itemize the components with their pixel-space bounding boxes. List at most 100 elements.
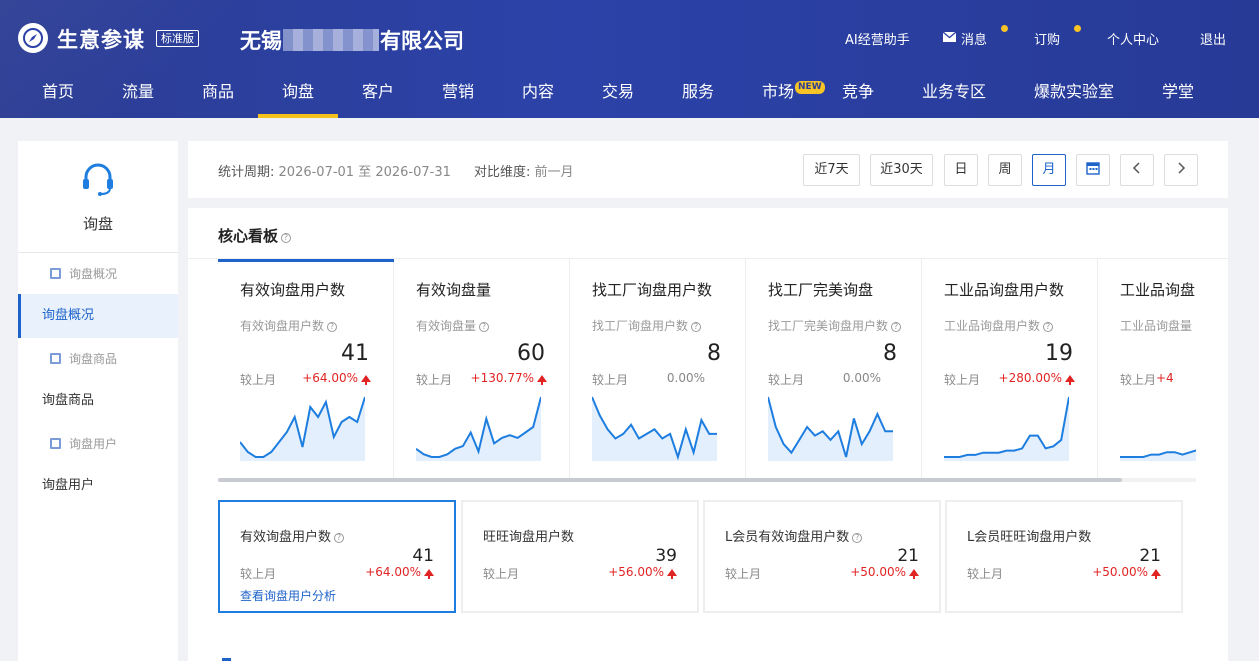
nav-hot-lab[interactable]: 爆款实验室 xyxy=(1034,66,1114,118)
metric-card[interactable]: 有效询盘用户数 有效询盘用户数? 41 较上月 +64.00% xyxy=(218,259,394,479)
card-title: 工业品询盘 xyxy=(1120,281,1196,299)
help-icon[interactable]: ? xyxy=(891,322,902,332)
sidebar-subitem-users[interactable]: 询盘用户 xyxy=(18,422,178,466)
nav-inquiry[interactable]: 询盘 xyxy=(282,66,314,118)
chevron-left-icon xyxy=(1132,162,1142,177)
metric-card[interactable]: 找工厂询盘用户数 找工厂询盘用户数? 8 较上月 0.00% xyxy=(570,259,746,479)
card-title: 工业品询盘用户数 xyxy=(944,281,1065,299)
sidebar-item-users[interactable]: 询盘用户 xyxy=(18,464,178,508)
sub-card-change-value: +50.00% xyxy=(850,565,906,579)
card-change: +130.77% xyxy=(471,371,547,385)
help-icon[interactable]: ? xyxy=(281,233,292,243)
card-value: 60 xyxy=(517,341,545,366)
core-dashboard-panel: 核心看板? 有效询盘用户数 有效询盘用户数? 41 较上月 +64.00% 有效… xyxy=(188,208,1228,661)
sub-card-value: 21 xyxy=(897,546,919,566)
nav-active-indicator xyxy=(258,114,338,118)
company-suffix: 有限公司 xyxy=(380,29,464,53)
sidebar-item-overview[interactable]: 询盘概况 xyxy=(18,294,178,338)
arrow-up-icon xyxy=(1065,375,1075,385)
help-icon[interactable]: ? xyxy=(479,322,490,332)
sub-card-value: 41 xyxy=(412,546,434,566)
nav-market-label: 市场 xyxy=(762,82,795,101)
subscribe-notification-dot xyxy=(1074,25,1081,32)
nav-service[interactable]: 服务 xyxy=(682,66,714,118)
card-change: +4 xyxy=(1156,371,1174,385)
day-button[interactable]: 日 xyxy=(944,154,978,186)
card-change: 0.00% xyxy=(842,371,881,385)
nav-market[interactable]: 市场 NEW xyxy=(762,66,825,118)
nav-products[interactable]: 商品 xyxy=(202,66,234,118)
card-subtitle-text: 有效询盘量 xyxy=(416,319,477,333)
app-name[interactable]: 生意参谋 xyxy=(57,24,145,54)
card-title: 有效询盘量 xyxy=(416,281,492,299)
help-icon[interactable]: ? xyxy=(852,533,863,543)
metric-card[interactable]: 有效询盘量 有效询盘量? 60 较上月 +130.77% xyxy=(394,259,570,479)
top-header: 生意参谋 标准版 无锡 有限公司 AI经营助手 消息 订购 个人中心 退出 首页 … xyxy=(0,0,1259,118)
sparkline-area xyxy=(1120,450,1196,461)
sub-card-value: 21 xyxy=(1139,546,1161,566)
card-compare-label: 较上月 xyxy=(1120,373,1157,387)
last-7-days-button[interactable]: 近7天 xyxy=(803,154,860,186)
help-icon[interactable]: ? xyxy=(334,533,345,543)
metric-card[interactable]: 找工厂完美询盘 找工厂完美询盘用户数? 8 较上月 0.00% xyxy=(746,259,922,479)
sub-metric-card[interactable]: L会员有效询盘用户数? 21 较上月 +50.00% xyxy=(703,500,941,613)
card-compare-label: 较上月 xyxy=(416,373,453,387)
sidebar-item-products[interactable]: 询盘商品 xyxy=(18,379,178,423)
prev-period-button[interactable] xyxy=(1120,154,1154,186)
help-icon[interactable]: ? xyxy=(327,322,338,332)
nav-business-zone[interactable]: 业务专区 xyxy=(922,66,986,118)
subscribe-link[interactable]: 订购 xyxy=(1034,29,1060,48)
card-subtitle: 工业品询盘量 xyxy=(1120,319,1193,333)
last-30-days-button[interactable]: 近30天 xyxy=(870,154,933,186)
nav-customers[interactable]: 客户 xyxy=(362,66,394,118)
card-subtitle-text: 工业品询盘用户数 xyxy=(944,319,1041,333)
sidebar-subitem-overview[interactable]: 询盘概况 xyxy=(18,252,178,296)
sub-card-change-value: +56.00% xyxy=(608,565,664,579)
compass-logo-icon[interactable] xyxy=(18,23,48,53)
metric-cards: 有效询盘用户数 有效询盘用户数? 41 较上月 +64.00% 有效询盘量 有效… xyxy=(218,259,1196,479)
arrow-up-icon xyxy=(909,569,919,579)
card-value: 41 xyxy=(341,341,369,366)
chevron-right-icon xyxy=(1176,162,1186,177)
card-subtitle: 有效询盘量? xyxy=(416,317,490,334)
nav-transactions[interactable]: 交易 xyxy=(602,66,634,118)
nav-traffic[interactable]: 流量 xyxy=(122,66,154,118)
sub-card-change-value: +50.00% xyxy=(1092,565,1148,579)
nav-academy[interactable]: 学堂 xyxy=(1162,66,1194,118)
nav-marketing[interactable]: 营销 xyxy=(442,66,474,118)
metric-card[interactable]: 工业品询盘 工业品询盘量 较上月 +4 xyxy=(1098,259,1196,479)
period-label-text: 统计周期: xyxy=(218,165,275,180)
calendar-button[interactable] xyxy=(1076,154,1110,186)
card-change: +280.00% xyxy=(999,371,1075,385)
sub-card-title: L会员有效询盘用户数? xyxy=(725,526,863,545)
message-notification-dot xyxy=(1001,25,1008,32)
messages-link[interactable]: 消息 xyxy=(961,29,987,48)
nav-home[interactable]: 首页 xyxy=(42,66,74,118)
logout-link[interactable]: 退出 xyxy=(1200,29,1226,48)
sidebar-subitem-products[interactable]: 询盘商品 xyxy=(18,337,178,381)
mail-icon xyxy=(942,31,957,46)
next-period-button[interactable] xyxy=(1164,154,1198,186)
scrollbar-thumb[interactable] xyxy=(218,478,1122,482)
card-title: 找工厂询盘用户数 xyxy=(592,281,713,299)
nav-content[interactable]: 内容 xyxy=(522,66,554,118)
profile-link[interactable]: 个人中心 xyxy=(1107,29,1159,48)
sparkline-area xyxy=(240,397,365,461)
ai-assistant-link[interactable]: AI经营助手 xyxy=(845,29,910,48)
sub-metric-card[interactable]: L会员旺旺询盘用户数 21 较上月 +50.00% xyxy=(945,500,1183,613)
metric-card[interactable]: 工业品询盘用户数 工业品询盘用户数? 19 较上月 +280.00% xyxy=(922,259,1098,479)
compare-label-text: 对比维度: xyxy=(474,165,531,180)
arrow-up-icon xyxy=(537,375,547,385)
help-icon[interactable]: ? xyxy=(691,322,702,332)
help-icon[interactable]: ? xyxy=(1043,322,1054,332)
week-button[interactable]: 周 xyxy=(988,154,1022,186)
card-subtitle: 有效询盘用户数? xyxy=(240,317,338,334)
month-button[interactable]: 月 xyxy=(1032,154,1066,186)
sub-metric-card[interactable]: 有效询盘用户数? 41 较上月 +64.00% 查看询盘用户分析 xyxy=(218,500,456,613)
user-analysis-link[interactable]: 查看询盘用户分析 xyxy=(240,587,336,604)
sub-card-change: +50.00% xyxy=(1092,565,1161,579)
nav-competition[interactable]: 竞争 xyxy=(842,66,874,118)
cards-scrollbar[interactable] xyxy=(218,478,1196,482)
sub-metric-card[interactable]: 旺旺询盘用户数 39 较上月 +56.00% xyxy=(461,500,699,613)
card-value: 8 xyxy=(707,341,721,366)
